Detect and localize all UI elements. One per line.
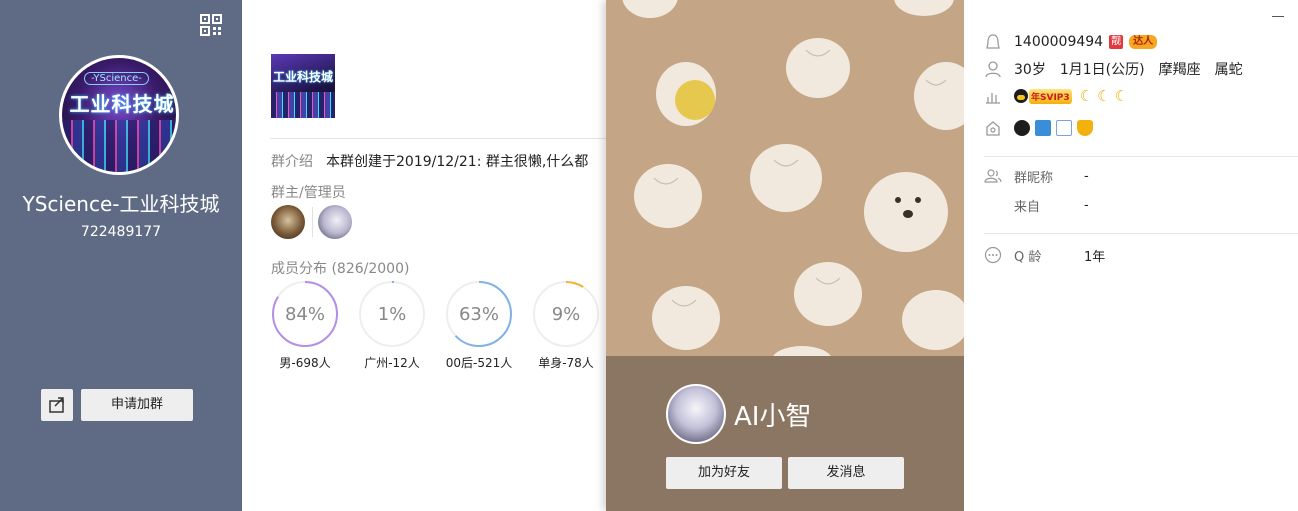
profile-details: 1400009494 靓 达人 30岁 1月1日(公历) 摩羯座 属蛇 年SVI… xyxy=(964,0,1298,511)
stat-percent: 9% xyxy=(551,304,581,325)
avatar-tag-text: -YScience- xyxy=(84,72,149,85)
stat-percent: 1% xyxy=(377,304,407,325)
qzone-icon[interactable] xyxy=(1035,120,1051,136)
profile-card-footer xyxy=(606,356,964,511)
shield-icon[interactable] xyxy=(1077,120,1093,136)
basic-info-row: 30岁 1月1日(公历) 摩羯座 属蛇 xyxy=(984,59,1257,79)
qq-row: 1400009494 靓 达人 xyxy=(984,32,1158,52)
qage-row: Q 龄 1年 xyxy=(984,245,1105,265)
member-distribution-label: 成员分布 (826/2000) xyxy=(271,258,409,278)
svip-badge[interactable]: 年SVIP3 xyxy=(1014,88,1072,104)
divider xyxy=(270,138,606,139)
svip-label: 年SVIP3 xyxy=(1029,88,1072,104)
vip-penguin-icon[interactable] xyxy=(1014,120,1030,136)
liang-badge[interactable]: 靓 xyxy=(1109,35,1124,49)
group-info-panel: 工业科技城 群介绍 本群创建于2019/12/21: 群主很懒,什么都 群主/管… xyxy=(242,0,606,511)
from-row: 来自 - xyxy=(984,195,1089,215)
add-friend-button[interactable]: 加为好友 xyxy=(666,457,782,489)
avatar-title-text: 工业科技城 xyxy=(69,92,175,116)
age: 30岁 xyxy=(1014,62,1046,78)
nickname-row: 群昵称 - xyxy=(984,166,1089,186)
group-name: YScience-工业科技城 xyxy=(22,192,220,216)
moon-level-icon: ☾ xyxy=(1114,87,1129,105)
qage-value: 1年 xyxy=(1084,249,1106,265)
admin-avatar[interactable] xyxy=(318,205,352,239)
minimize-button[interactable] xyxy=(1272,16,1284,17)
distribution-title: 成员分布 xyxy=(271,261,327,277)
stat-label: 00后-521人 xyxy=(445,356,513,370)
mail-icon[interactable] xyxy=(1056,120,1072,136)
level-row: 年SVIP3 ☾ ☾ ☾ xyxy=(984,86,1132,106)
distribution-count: (826/2000) xyxy=(331,261,410,277)
apply-join-button[interactable]: 申请加群 xyxy=(81,389,193,421)
moon-level-icon: ☾ xyxy=(1097,87,1111,105)
admin-label: 群主/管理员 xyxy=(271,185,346,201)
profile-avatar[interactable] xyxy=(666,384,726,444)
group-avatar[interactable]: -YScience- 工业科技城 xyxy=(59,55,179,175)
thumbnail-decoration xyxy=(271,92,335,118)
share-button[interactable] xyxy=(41,389,73,421)
zodiac: 摩羯座 xyxy=(1158,62,1201,78)
group-id: 722489177 xyxy=(80,224,162,240)
divider xyxy=(984,156,1298,157)
divider xyxy=(984,233,1298,234)
intro-text: 本群创建于2019/12/21: 群主很懒,什么都 xyxy=(326,154,589,170)
home-icon xyxy=(986,121,1000,136)
from-value: - xyxy=(1084,197,1089,213)
qq-number: 1400009494 xyxy=(1014,34,1104,50)
more-icon xyxy=(984,246,1002,264)
svip-penguin-icon xyxy=(1014,89,1028,103)
nickname-value: - xyxy=(1084,168,1089,184)
avatar-decoration xyxy=(62,120,176,172)
share-icon xyxy=(49,397,64,413)
group-photo-thumbnail[interactable]: 工业科技城 xyxy=(271,54,335,118)
privilege-row xyxy=(984,118,1098,138)
send-message-button[interactable]: 发消息 xyxy=(788,457,904,489)
stat-percent: 63% xyxy=(458,304,499,325)
thumbnail-title-text: 工业科技城 xyxy=(272,70,333,84)
birthday: 1月1日(公历) xyxy=(1059,62,1145,78)
intro-label: 群介绍 xyxy=(271,154,313,170)
group-sidebar: -YScience- 工业科技城 YScience-工业科技城 72248917… xyxy=(0,0,242,511)
level-chart-icon xyxy=(986,93,1000,104)
stat-label: 男-698人 xyxy=(279,356,331,370)
qage-label: Q 龄 xyxy=(1014,249,1042,265)
person-icon xyxy=(985,61,1001,78)
stat-percent: 84% xyxy=(284,304,325,325)
qr-code-icon[interactable] xyxy=(200,14,222,36)
owner-avatar[interactable] xyxy=(271,205,305,239)
nickname-label: 群昵称 xyxy=(1014,170,1054,186)
from-label: 来自 xyxy=(1014,199,1041,215)
profile-name: AI小智 xyxy=(734,402,812,432)
dumpling-pattern-image xyxy=(622,0,964,374)
daren-badge[interactable]: 达人 xyxy=(1129,35,1158,49)
chinese-zodiac: 属蛇 xyxy=(1214,62,1243,78)
profile-card: AI小智 加为好友 发消息 xyxy=(606,0,964,511)
moon-level-icon: ☾ xyxy=(1079,87,1094,105)
stat-label: 单身-78人 xyxy=(538,356,594,370)
group-members-icon xyxy=(984,169,1002,183)
profile-cover xyxy=(606,0,964,374)
admin-separator xyxy=(312,207,313,237)
stat-label: 广州-12人 xyxy=(364,356,420,370)
penguin-icon xyxy=(986,34,1000,49)
